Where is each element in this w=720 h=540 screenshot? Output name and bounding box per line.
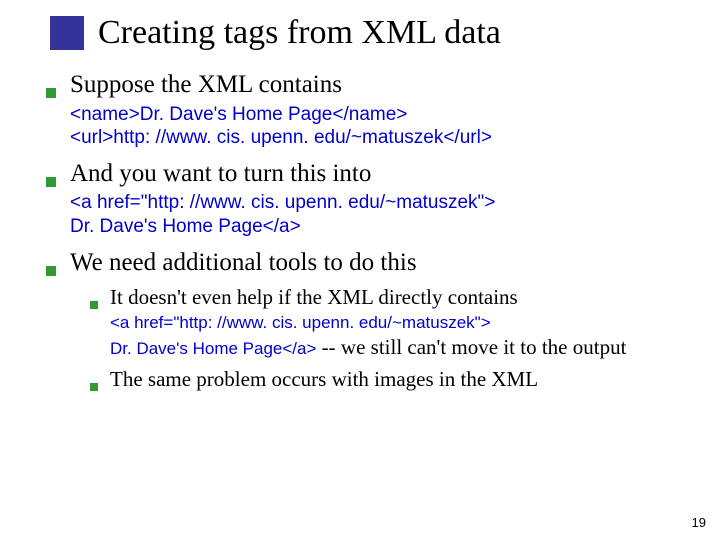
code-line: <a href="http: //www. cis. upenn. edu/~m… xyxy=(70,192,495,213)
page-number: 19 xyxy=(692,515,706,530)
sub-bullet-1-code: <a href="http: //www. cis. upenn. edu/~m… xyxy=(110,312,690,360)
code-line: <url>http: //www. cis. upenn. edu/~matus… xyxy=(70,127,492,148)
title-row: Creating tags from XML data xyxy=(50,14,690,51)
slide: Creating tags from XML data Suppose the … xyxy=(0,0,720,540)
square-bullet-icon xyxy=(90,383,98,391)
bullet-item-1: Suppose the XML contains <name>Dr. Dave'… xyxy=(46,69,690,150)
square-bullet-icon xyxy=(90,301,98,309)
bullet-2-text: And you want to turn this into xyxy=(70,158,371,189)
sub-bullet-list: It doesn't even help if the XML directly… xyxy=(90,284,690,392)
square-bullet-icon xyxy=(46,177,56,187)
sub-bullet-item-1: It doesn't even help if the XML directly… xyxy=(90,284,690,360)
bullet-1-text: Suppose the XML contains xyxy=(70,69,342,100)
slide-title: Creating tags from XML data xyxy=(98,14,501,51)
code-line-mixed: Dr. Dave's Home Page</a> -- we still can… xyxy=(110,334,690,360)
inline-tail-text: -- we still can't move it to the output xyxy=(316,335,626,359)
bullet-item-3: We need additional tools to do this It d… xyxy=(46,247,690,392)
bullet-list: Suppose the XML contains <name>Dr. Dave'… xyxy=(46,69,690,392)
sub-bullet-item-2: The same problem occurs with images in t… xyxy=(90,366,690,392)
sub-bullet-1-text: It doesn't even help if the XML directly… xyxy=(110,284,518,310)
inline-code: Dr. Dave's Home Page</a> xyxy=(110,339,316,358)
bullet-2-code: <a href="http: //www. cis. upenn. edu/~m… xyxy=(70,191,690,239)
sub-bullet-2-text: The same problem occurs with images in t… xyxy=(110,366,538,392)
title-accent-square xyxy=(50,16,84,50)
bullet-1-code: <name>Dr. Dave's Home Page</name> <url>h… xyxy=(70,103,690,151)
code-line: <name>Dr. Dave's Home Page</name> xyxy=(70,104,407,125)
code-line: <a href="http: //www. cis. upenn. edu/~m… xyxy=(110,312,690,333)
bullet-3-text: We need additional tools to do this xyxy=(70,247,417,278)
bullet-item-2: And you want to turn this into <a href="… xyxy=(46,158,690,239)
square-bullet-icon xyxy=(46,88,56,98)
square-bullet-icon xyxy=(46,266,56,276)
code-line: Dr. Dave's Home Page</a> xyxy=(70,216,301,237)
